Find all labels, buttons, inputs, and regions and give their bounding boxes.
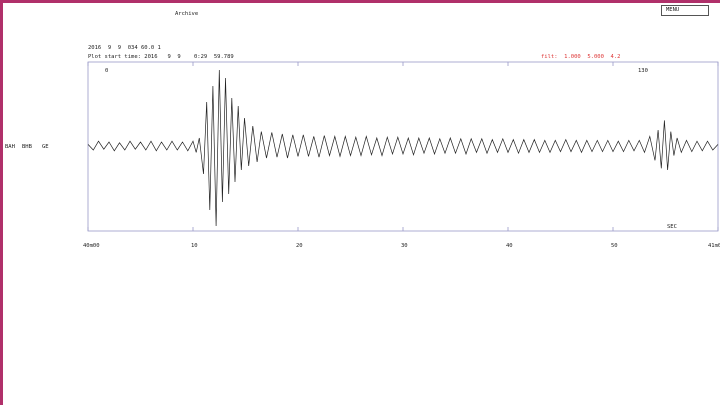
x-axis-label: SEC <box>667 224 677 230</box>
seismogram-plot: 40m00 10 20 30 40 50 41m00 SEC <box>83 61 720 249</box>
waveform-trace <box>87 69 719 227</box>
x-tick-label: 10 <box>191 243 198 249</box>
x-tick-label: 40m00 <box>83 243 100 249</box>
x-tick-label: 20 <box>296 243 303 249</box>
x-tick-label: 41m00 <box>708 243 720 249</box>
x-tick-label: 30 <box>401 243 408 249</box>
x-tick-label: 40 <box>506 243 513 249</box>
plot-frame <box>87 61 719 232</box>
x-tick-label: 50 <box>611 243 618 249</box>
tick-marks <box>87 62 719 231</box>
tick-labels: 40m00 10 20 30 40 50 41m00 <box>83 243 720 249</box>
